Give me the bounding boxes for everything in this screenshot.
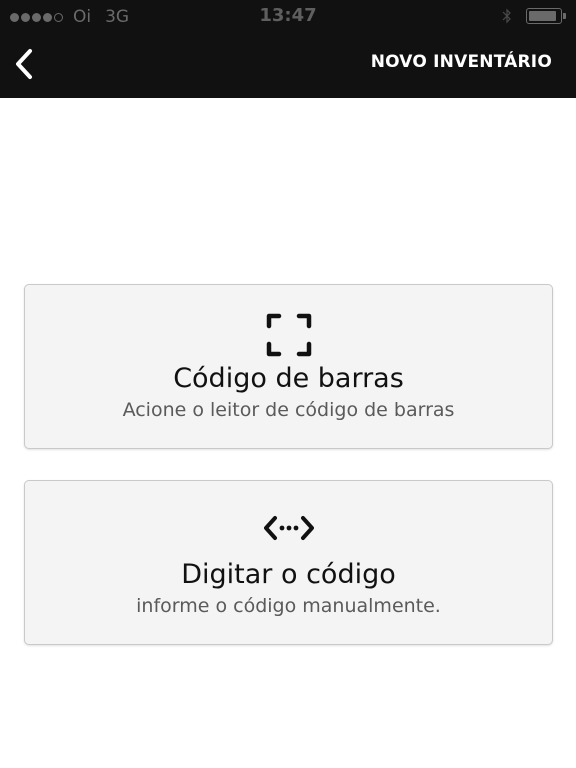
status-time: 13:47 bbox=[259, 5, 317, 26]
battery-icon bbox=[526, 8, 566, 24]
option-title: Digitar o código bbox=[181, 559, 396, 590]
battery-level bbox=[529, 11, 556, 21]
bluetooth-icon bbox=[502, 8, 511, 24]
chevron-left-icon bbox=[16, 49, 32, 79]
card-icon-wrapper bbox=[25, 313, 552, 357]
option-subtitle: Acione o leitor de código de barras bbox=[122, 399, 455, 421]
option-title: Código de barras bbox=[173, 363, 404, 394]
scan-frame-icon bbox=[266, 313, 311, 357]
battery-tip bbox=[563, 13, 566, 19]
option-subtitle: informe o código manualmente. bbox=[136, 595, 441, 617]
status-bar-right bbox=[502, 8, 566, 24]
page-title: NOVO INVENTÁRIO bbox=[370, 52, 552, 72]
status-bar: Oi 3G 13:47 bbox=[0, 0, 576, 32]
card-icon-wrapper bbox=[25, 513, 552, 543]
top-bar: Oi 3G 13:47 NOVO INVENTÁRIO bbox=[0, 0, 576, 98]
back-button[interactable] bbox=[6, 44, 42, 84]
manual-entry-option-card[interactable]: Digitar o código informe o código manual… bbox=[24, 480, 553, 645]
navigation-bar: NOVO INVENTÁRIO bbox=[0, 32, 576, 98]
code-input-icon bbox=[263, 516, 314, 540]
barcode-option-card[interactable]: Código de barras Acione o leitor de códi… bbox=[24, 284, 553, 449]
